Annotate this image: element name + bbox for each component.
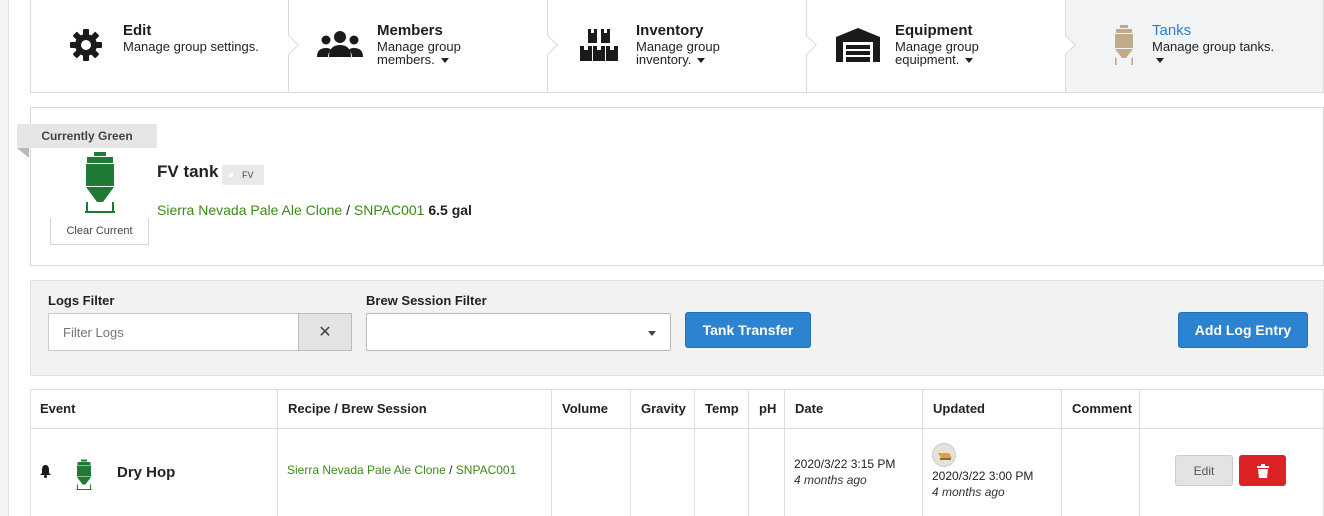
tank-name: FV tank (157, 162, 219, 181)
separator: / (342, 202, 354, 218)
nav-step-desc: equipment. (895, 52, 960, 67)
group-nav: Edit Manage group settings. Members Mana… (30, 0, 1324, 93)
col-header-gravity[interactable]: Gravity (630, 389, 694, 428)
nav-step-tanks[interactable]: Tanks Manage group tanks. (1066, 0, 1323, 92)
current-tank-card (30, 107, 1324, 266)
clear-filter-button[interactable]: ✕ (298, 313, 352, 351)
nav-step-desc: members. (377, 52, 435, 67)
tank-volume: 6.5 gal (428, 202, 472, 218)
nav-step-title: Inventory (636, 22, 704, 39)
clear-current-button[interactable]: Clear Current (50, 218, 149, 245)
col-header-updated[interactable]: Updated (922, 389, 1061, 428)
caret-down-icon[interactable] (440, 58, 449, 64)
trash-icon (1256, 463, 1269, 478)
gear-icon (63, 22, 109, 68)
tank-transfer-button[interactable]: Tank Transfer (685, 312, 811, 348)
nav-step-equipment[interactable]: Equipment Manage group equipment. (807, 0, 1076, 92)
nav-step-members[interactable]: Members Manage group members. (289, 0, 558, 92)
date-relative: 4 months ago (794, 473, 867, 487)
recipe-link[interactable]: Sierra Nevada Pale Ale Clone (157, 202, 342, 218)
ribbon-fold (17, 148, 29, 158)
col-header-date[interactable]: Date (784, 389, 922, 428)
nav-step-edit[interactable]: Edit Manage group settings. (31, 0, 299, 92)
logs-filter-input[interactable] (48, 313, 299, 351)
event-name: Dry Hop (117, 464, 176, 481)
recipe-link[interactable]: Sierra Nevada Pale Ale Clone (287, 463, 446, 477)
tank-icon (1110, 22, 1138, 68)
brew-session-link[interactable]: SNPAC001 (456, 463, 516, 477)
col-divider (694, 428, 695, 516)
col-header-ph[interactable]: pH (748, 389, 784, 428)
tag-label: FV (242, 170, 254, 180)
status-ribbon: Currently Green (17, 124, 157, 148)
col-header-recipe[interactable]: Recipe / Brew Session (277, 389, 551, 428)
caret-down-icon[interactable] (697, 58, 706, 64)
col-divider (630, 428, 631, 516)
add-log-entry-button[interactable]: Add Log Entry (1178, 312, 1308, 348)
nav-step-title: Tanks (1152, 22, 1192, 39)
updated-relative: 4 months ago (932, 485, 1005, 499)
edit-button[interactable]: Edit (1175, 455, 1233, 486)
recipe-session-cell: Sierra Nevada Pale Ale Clone / SNPAC001 (287, 463, 516, 477)
col-divider (748, 428, 749, 516)
left-sidebar-edge (0, 0, 9, 516)
tank-contents: Sierra Nevada Pale Ale Clone / SNPAC001 … (157, 202, 472, 218)
brew-session-link[interactable]: SNPAC001 (354, 202, 425, 218)
col-divider (784, 428, 785, 516)
nav-step-desc: inventory. (636, 52, 692, 67)
col-header-comment[interactable]: Comment (1061, 389, 1139, 428)
tank-icon (80, 152, 120, 219)
updated-value: 2020/3/22 3:00 PM (932, 469, 1034, 483)
col-header-temp[interactable]: Temp (694, 389, 748, 428)
logs-filter-label: Logs Filter (48, 293, 115, 308)
nav-step-title: Edit (123, 22, 152, 39)
table-header-divider (30, 428, 1324, 429)
bell-icon[interactable] (40, 465, 51, 481)
col-divider (551, 428, 552, 516)
date-cell: 2020/3/22 3:15 PM 4 months ago (794, 457, 895, 487)
caret-down-icon[interactable] (965, 58, 974, 64)
col-divider (922, 428, 923, 516)
boxes-icon (576, 22, 622, 68)
updated-cell: 2020/3/22 3:00 PM 4 months ago (932, 469, 1033, 499)
caret-down-icon (648, 331, 656, 336)
nav-step-title: Equipment (895, 22, 973, 39)
caret-down-icon[interactable] (1156, 58, 1164, 64)
nav-step-title: Members (377, 22, 443, 39)
separator: / (445, 463, 456, 477)
avatar[interactable] (932, 443, 956, 467)
nav-step-inventory[interactable]: Inventory Manage group inventory. (548, 0, 817, 92)
col-header-volume[interactable]: Volume (551, 389, 630, 428)
tank-type-tag: FV (222, 165, 264, 185)
tag-hole-icon (229, 173, 233, 177)
tank-icon (74, 455, 94, 498)
col-header-actions (1139, 389, 1324, 428)
nav-step-desc: Manage group tanks. (1152, 39, 1275, 54)
delete-button[interactable] (1239, 455, 1286, 486)
brew-session-filter-label: Brew Session Filter (366, 293, 487, 308)
col-header-event[interactable]: Event (30, 389, 277, 428)
close-icon: ✕ (318, 324, 332, 341)
date-value: 2020/3/22 3:15 PM (794, 457, 896, 471)
brew-session-select[interactable] (366, 313, 671, 351)
users-icon (317, 22, 363, 68)
col-divider (277, 428, 278, 516)
warehouse-icon (835, 22, 881, 68)
col-divider (1061, 428, 1062, 516)
nav-step-desc: Manage group settings. (123, 39, 259, 54)
col-divider (1139, 428, 1140, 516)
